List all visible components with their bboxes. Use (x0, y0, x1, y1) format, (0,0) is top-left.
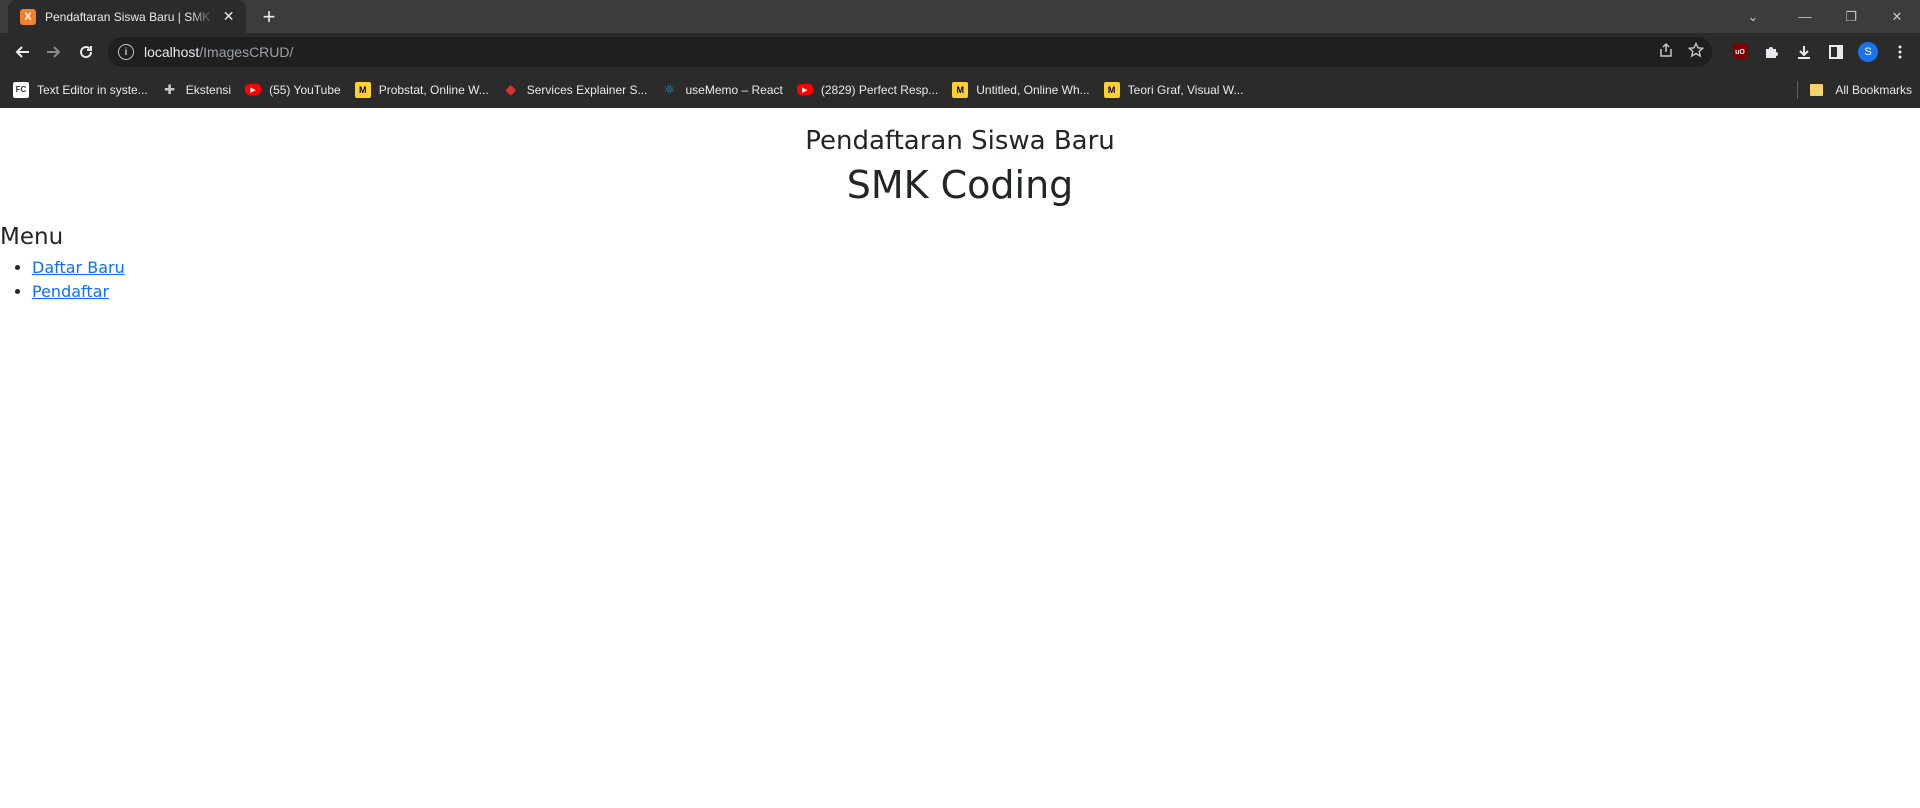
bookmark-item[interactable]: M Teori Graf, Visual W... (1097, 76, 1251, 104)
browser-tab[interactable]: X Pendaftaran Siswa Baru | SMK Coding ✕ (8, 0, 246, 33)
all-bookmarks-button[interactable]: All Bookmarks (1797, 71, 1912, 108)
browser-toolbar: i localhost/ImagesCRUD/ uO S (0, 33, 1920, 71)
bookmark-label: useMemo – React (685, 82, 783, 97)
bookmark-item[interactable]: M Probstat, Online W... (348, 76, 496, 104)
all-bookmarks-label: All Bookmarks (1835, 82, 1912, 97)
kebab-menu-icon (1898, 45, 1902, 59)
site-info-icon[interactable]: i (118, 44, 134, 60)
minimize-button[interactable]: — (1782, 0, 1828, 33)
list-item: Pendaftar (32, 280, 1920, 304)
bookmark-label: Teori Graf, Visual W... (1127, 82, 1244, 97)
puzzle-icon (1766, 47, 1778, 58)
arrow-right-icon (47, 46, 61, 58)
toolbar-right: uO S (1724, 33, 1920, 71)
page-content: Pendaftaran Siswa Baru SMK Coding Menu D… (0, 108, 1920, 304)
omnibox-actions (1658, 37, 1705, 67)
window-controls: ⌄ — ❐ ✕ (1730, 0, 1920, 33)
bookmark-item[interactable]: ✚ Ekstensi (155, 76, 238, 104)
fc-icon: FC (13, 81, 29, 98)
extensions-button[interactable] (1756, 36, 1788, 68)
daftar-baru-link[interactable]: Daftar Baru (32, 258, 125, 277)
restore-button[interactable]: ❐ (1828, 0, 1874, 33)
tab-strip: X Pendaftaran Siswa Baru | SMK Coding ✕ … (0, 0, 1920, 33)
arrow-left-icon (15, 46, 29, 58)
miro-icon: M (952, 81, 969, 98)
react-icon: ⚛ (663, 81, 676, 97)
youtube-icon: ▶ (796, 84, 813, 95)
bookmark-star-icon[interactable] (1687, 41, 1705, 62)
bookmark-item[interactable]: ◆ Services Explainer S... (496, 76, 655, 104)
menu-list: Daftar Baru Pendaftar (0, 256, 1920, 304)
ublock-extension-button[interactable]: uO (1724, 36, 1756, 68)
bookmark-label: Ekstensi (185, 82, 232, 97)
services-icon: ◆ (505, 81, 517, 97)
close-window-button[interactable]: ✕ (1874, 0, 1920, 33)
tab-search-icon[interactable]: ⌄ (1730, 0, 1776, 33)
back-button[interactable] (6, 36, 38, 68)
miro-icon: M (1103, 81, 1120, 98)
bookmark-item[interactable]: ▶ (55) YouTube (238, 76, 348, 104)
bookmark-item[interactable]: ▶ (2829) Perfect Resp... (790, 76, 945, 104)
menu-heading: Menu (0, 224, 64, 250)
side-panel-icon (1829, 45, 1843, 59)
puzzle-icon: ✚ (164, 81, 176, 97)
reload-icon (80, 46, 93, 59)
bookmarks-bar: FC Text Editor in syste... ✚ Ekstensi ▶ (55… (0, 71, 1920, 108)
bookmark-label: Services Explainer S... (526, 82, 648, 97)
share-icon[interactable] (1658, 42, 1674, 62)
reload-button[interactable] (70, 36, 102, 68)
list-item: Daftar Baru (32, 256, 1920, 280)
ublock-icon: uO (1732, 44, 1748, 60)
page-title: SMK Coding (846, 163, 1074, 207)
miro-icon: M (354, 81, 371, 98)
xampp-favicon-icon: X (20, 8, 36, 25)
bookmark-label: (55) YouTube (269, 82, 341, 97)
bookmark-label: Untitled, Online Wh... (976, 82, 1090, 97)
bookmark-item[interactable]: ⚛ useMemo – React (654, 76, 789, 104)
tab-close-icon[interactable]: ✕ (221, 8, 236, 26)
browser-menu-button[interactable] (1884, 36, 1916, 68)
tab-title: Pendaftaran Siswa Baru | SMK Coding (45, 9, 215, 24)
profile-button[interactable]: S (1852, 36, 1884, 68)
address-bar[interactable]: i localhost/ImagesCRUD/ (108, 37, 1712, 67)
avatar: S (1858, 42, 1878, 62)
url-path: /ImagesCRUD/ (199, 44, 294, 60)
forward-button[interactable] (38, 36, 70, 68)
side-panel-button[interactable] (1820, 36, 1852, 68)
page-subtitle: Pendaftaran Siswa Baru (805, 126, 1115, 156)
bookmark-label: (2829) Perfect Resp... (820, 82, 939, 97)
folder-icon (1810, 83, 1824, 96)
download-icon (1798, 46, 1810, 59)
url-host: localhost (144, 44, 200, 60)
bookmarks-divider (1797, 80, 1799, 99)
pendaftar-link[interactable]: Pendaftar (32, 282, 109, 301)
bookmark-label: Text Editor in syste... (37, 82, 148, 97)
bookmark-label: Probstat, Online W... (378, 82, 489, 97)
youtube-icon: ▶ (245, 84, 262, 95)
bookmark-item[interactable]: FC Text Editor in syste... (6, 76, 155, 104)
url-text[interactable]: localhost/ImagesCRUD/ (144, 44, 293, 60)
bookmark-item[interactable]: M Untitled, Online Wh... (945, 76, 1096, 104)
downloads-button[interactable] (1788, 36, 1820, 68)
new-tab-button[interactable]: + (256, 4, 282, 30)
